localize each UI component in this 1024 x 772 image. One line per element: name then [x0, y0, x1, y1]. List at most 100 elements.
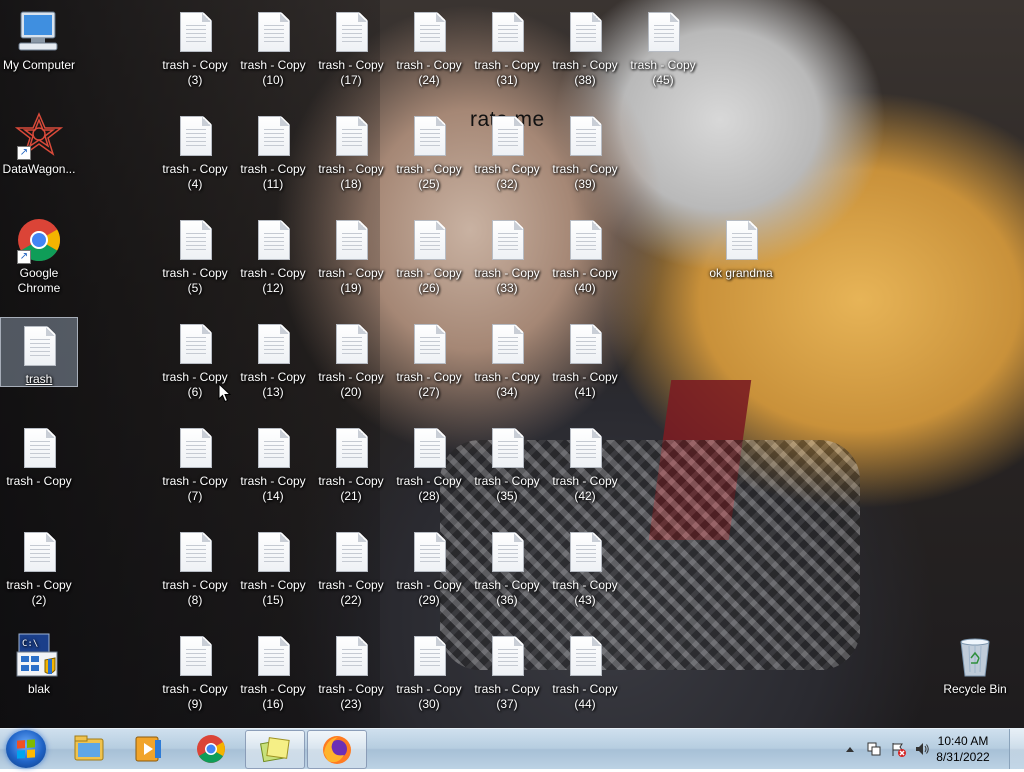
- media-player-icon: [135, 736, 161, 762]
- document-icon: [249, 320, 297, 368]
- trash-copy-desktop-icon[interactable]: trash - Copy (9): [157, 628, 233, 724]
- desktop-icon-label: trash - Copy (17): [318, 58, 384, 87]
- trash-copy-desktop-icon[interactable]: trash - Copy (42): [547, 420, 623, 516]
- trash-copy-desktop-icon[interactable]: trash - Copy (26): [391, 212, 467, 308]
- document-icon: [561, 112, 609, 160]
- computer-icon: [15, 8, 63, 56]
- document-icon: [483, 216, 531, 264]
- document-icon: [561, 528, 609, 576]
- document-icon: [483, 632, 531, 680]
- trash-copy-desktop-icon[interactable]: trash - Copy (24): [391, 4, 467, 100]
- trash-copy-desktop-icon[interactable]: trash - Copy (43): [547, 524, 623, 620]
- trash-copy-desktop-icon[interactable]: trash - Copy (14): [235, 420, 311, 516]
- document-icon: [249, 8, 297, 56]
- trash-copy-desktop-icon[interactable]: trash - Copy (3): [157, 4, 233, 100]
- start-button[interactable]: [6, 730, 46, 768]
- document-icon: [561, 320, 609, 368]
- trash-copy-desktop-icon[interactable]: trash - Copy (15): [235, 524, 311, 620]
- trash-copy-desktop-icon[interactable]: trash - Copy (29): [391, 524, 467, 620]
- trash-copy-desktop-icon[interactable]: trash - Copy (35): [469, 420, 545, 516]
- trash-desktop-icon[interactable]: trash: [0, 317, 78, 387]
- desktop-icon-label: trash - Copy (13): [240, 370, 306, 399]
- document-icon: [483, 528, 531, 576]
- document-icon: [561, 424, 609, 472]
- trash-copy-desktop-icon[interactable]: trash - Copy (25): [391, 108, 467, 204]
- document-icon: [327, 632, 375, 680]
- taskbar-clock[interactable]: 10:40 AM 8/31/2022: [928, 733, 998, 765]
- trash-copy-desktop-icon[interactable]: trash - Copy (37): [469, 628, 545, 724]
- document-icon: [15, 424, 63, 472]
- desktop[interactable]: rate me My Computer ↗ DataWagon... ↗ Goo…: [0, 0, 1024, 728]
- trash-copy-desktop-icon[interactable]: trash - Copy (31): [469, 4, 545, 100]
- shortcut-arrow-icon: ↗: [17, 146, 31, 160]
- trash-copy-desktop-icon[interactable]: trash - Copy (11): [235, 108, 311, 204]
- trash-copy-desktop-icon[interactable]: trash - Copy (8): [157, 524, 233, 620]
- network-icon[interactable]: [866, 741, 882, 757]
- trash-copy-desktop-icon[interactable]: trash - Copy (21): [313, 420, 389, 516]
- trash-copy-desktop-icon[interactable]: trash - Copy (16): [235, 628, 311, 724]
- blak-desktop-icon[interactable]: C:\ blak: [1, 628, 77, 724]
- trash-copy-desktop-icon[interactable]: trash - Copy (34): [469, 316, 545, 412]
- desktop-icon-label: trash - Copy (44): [552, 682, 618, 711]
- action-center-flag-icon[interactable]: [890, 741, 906, 757]
- trash-copy-desktop-icon[interactable]: trash - Copy (32): [469, 108, 545, 204]
- trash-copy-desktop-icon[interactable]: trash - Copy (28): [391, 420, 467, 516]
- desktop-icon-label: trash - Copy (39): [552, 162, 618, 191]
- desktop-icon-label: trash - Copy (20): [318, 370, 384, 399]
- trash-copy-desktop-icon[interactable]: trash - Copy (13): [235, 316, 311, 412]
- trash-copy-desktop-icon[interactable]: trash - Copy (4): [157, 108, 233, 204]
- desktop-icon-label: blak: [27, 682, 50, 696]
- trash-copy-2-desktop-icon[interactable]: trash - Copy (2): [1, 524, 77, 620]
- trash-copy-desktop-icon[interactable]: trash - Copy (44): [547, 628, 623, 724]
- desktop-icon-label: Recycle Bin: [943, 682, 1007, 696]
- desktop-icon-label: trash - Copy (27): [396, 370, 462, 399]
- google-chrome-desktop-icon[interactable]: ↗ Google Chrome: [1, 212, 77, 308]
- chrome-icon: [197, 735, 225, 763]
- document-icon: [483, 112, 531, 160]
- taskbar-media-player-button[interactable]: [119, 730, 177, 767]
- my-computer-desktop-icon[interactable]: My Computer: [1, 4, 77, 100]
- trash-copy-desktop-icon[interactable]: trash - Copy (36): [469, 524, 545, 620]
- document-icon: [405, 216, 453, 264]
- taskbar-chrome-button[interactable]: [182, 730, 240, 767]
- desktop-icon-label: trash - Copy (2): [6, 578, 72, 607]
- trash-copy-desktop-icon[interactable]: trash - Copy (10): [235, 4, 311, 100]
- trash-copy-desktop-icon[interactable]: trash - Copy (20): [313, 316, 389, 412]
- taskbar-file-explorer-button[interactable]: [60, 730, 118, 767]
- trash-copy-desktop-icon[interactable]: trash - Copy (45): [625, 4, 701, 100]
- trash-copy-desktop-icon[interactable]: trash - Copy (17): [313, 4, 389, 100]
- trash-copy-desktop-icon[interactable]: trash - Copy (38): [547, 4, 623, 100]
- trash-copy-desktop-icon[interactable]: trash - Copy (39): [547, 108, 623, 204]
- trash-copy-desktop-icon[interactable]: trash - Copy (22): [313, 524, 389, 620]
- taskbar-firefox-button[interactable]: [307, 730, 367, 769]
- trash-copy-desktop-icon[interactable]: trash - Copy (40): [547, 212, 623, 308]
- trash-copy-desktop-icon[interactable]: trash - Copy (30): [391, 628, 467, 724]
- ok-grandma-desktop-icon[interactable]: ok grandma: [703, 212, 779, 308]
- clock-time: 10:40 AM: [937, 734, 989, 748]
- datawagon-desktop-icon[interactable]: ↗ DataWagon...: [1, 108, 77, 204]
- trash-copy-desktop-icon[interactable]: trash - Copy (19): [313, 212, 389, 308]
- trash-copy-desktop-icon[interactable]: trash - Copy: [1, 420, 77, 516]
- show-desktop-button[interactable]: [1009, 729, 1024, 769]
- trash-copy-desktop-icon[interactable]: trash - Copy (7): [157, 420, 233, 516]
- desktop-icon-label: trash - Copy (35): [474, 474, 540, 503]
- desktop-icon-label: trash - Copy (24): [396, 58, 462, 87]
- recycle-bin-desktop-icon[interactable]: Recycle Bin: [937, 628, 1013, 724]
- document-icon: [483, 320, 531, 368]
- document-icon: [249, 528, 297, 576]
- trash-copy-desktop-icon[interactable]: trash - Copy (33): [469, 212, 545, 308]
- desktop-icon-label: trash - Copy (4): [162, 162, 228, 191]
- desktop-icon-label: DataWagon...: [2, 162, 76, 176]
- trash-copy-desktop-icon[interactable]: trash - Copy (18): [313, 108, 389, 204]
- show-hidden-icons-chevron-icon[interactable]: [842, 741, 858, 757]
- trash-copy-desktop-icon[interactable]: trash - Copy (12): [235, 212, 311, 308]
- document-icon: [15, 528, 63, 576]
- document-icon: [15, 322, 63, 370]
- trash-copy-desktop-icon[interactable]: trash - Copy (23): [313, 628, 389, 724]
- taskbar-sticky-notes-button[interactable]: [245, 730, 305, 769]
- trash-copy-desktop-icon[interactable]: trash - Copy (27): [391, 316, 467, 412]
- trash-copy-desktop-icon[interactable]: trash - Copy (41): [547, 316, 623, 412]
- trash-copy-desktop-icon[interactable]: trash - Copy (5): [157, 212, 233, 308]
- document-icon: [171, 216, 219, 264]
- mouse-cursor-icon: [218, 382, 232, 407]
